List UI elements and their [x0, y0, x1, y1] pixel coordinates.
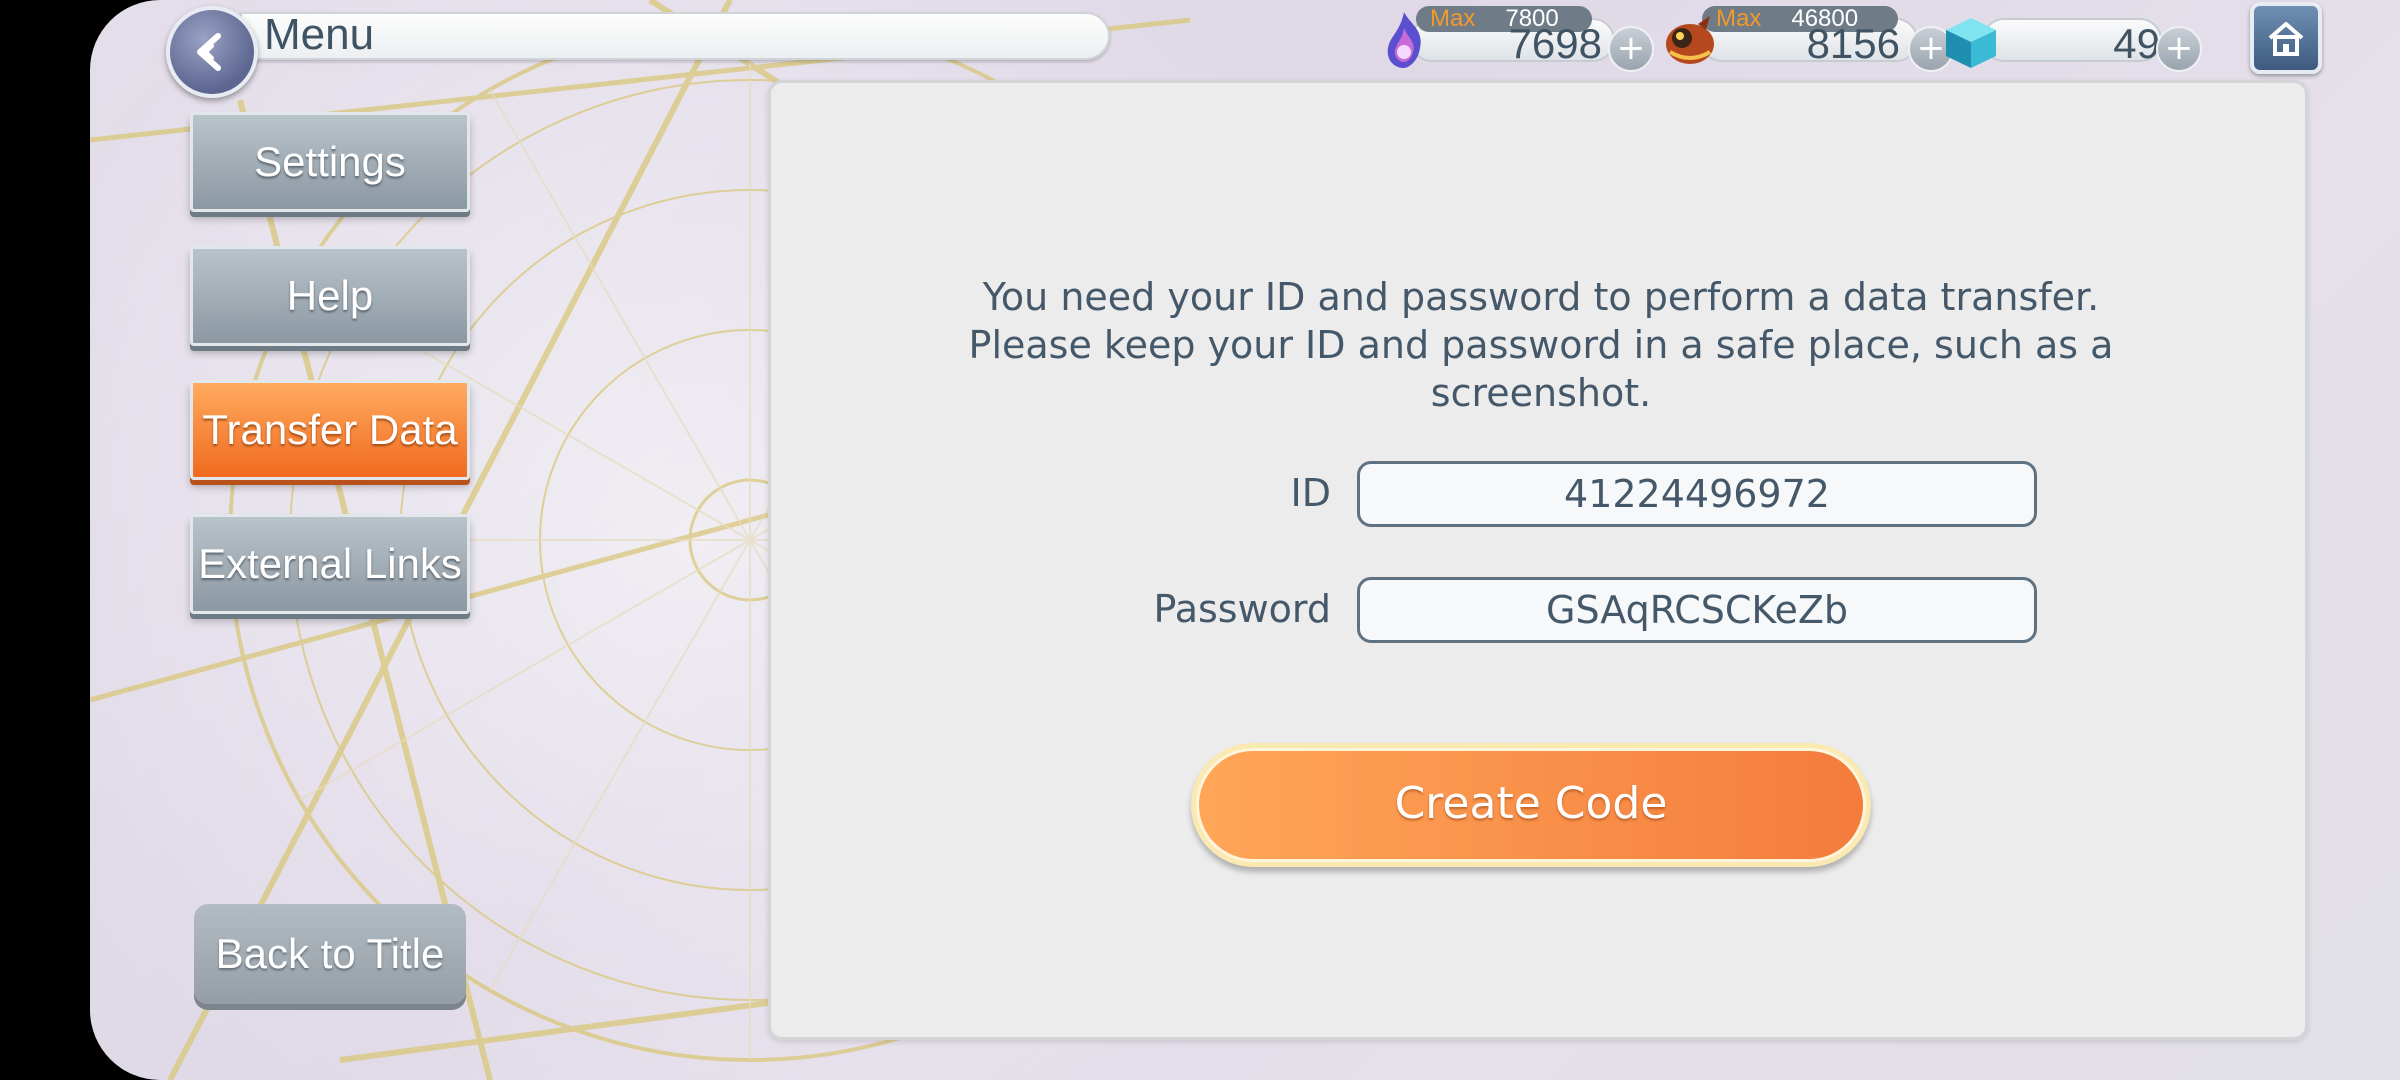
back-to-title-button[interactable]: Back to Title — [194, 904, 466, 1004]
transfer-data-panel: You need your ID and password to perform… — [768, 80, 2308, 1040]
id-label: ID — [1290, 471, 1331, 515]
instruction-line: You need your ID and password to perform… — [982, 275, 2100, 319]
back-arrow-icon — [197, 33, 221, 71]
instruction-line: screenshot. — [1430, 371, 1652, 415]
password-label: Password — [1153, 587, 1332, 631]
password-field[interactable]: GSAqRCSCKeZb — [1357, 577, 2037, 643]
add-stamina-button[interactable]: + — [1608, 26, 1654, 72]
sidebar-item-settings[interactable]: Settings — [190, 112, 470, 212]
add-crystal-button[interactable]: + — [2156, 26, 2202, 72]
stamina-counter: Max 7800 7698 + — [1380, 6, 1660, 72]
stamina-value: 7698 — [1508, 20, 1602, 67]
page-title: Menu — [264, 10, 375, 59]
home-icon — [2268, 22, 2304, 56]
home-button[interactable] — [2250, 2, 2322, 74]
gold-value: 8156 — [1806, 20, 1900, 67]
beast-gold-icon — [1666, 16, 1714, 64]
back-button[interactable] — [166, 6, 258, 98]
game-screen: You need your ID and password to perform… — [90, 0, 2400, 1080]
gold-counter: Max 46800 8156 + — [1660, 6, 1960, 72]
crystal-cube-icon — [1946, 18, 1996, 68]
id-field[interactable]: 41224496972 — [1357, 461, 2037, 527]
crystal-counter: 49 + — [1942, 8, 2222, 72]
create-code-label: Create Code — [1196, 748, 1866, 862]
transfer-instructions: You need your ID and password to perform… — [771, 273, 2311, 417]
flame-stamina-icon — [1387, 12, 1421, 68]
create-code-button[interactable]: Create Code — [1191, 743, 1871, 867]
sidebar-item-help[interactable]: Help — [190, 246, 470, 346]
crystal-value: 49 — [2113, 20, 2160, 67]
sidebar-item-external-links[interactable]: External Links — [190, 514, 470, 614]
instruction-line: Please keep your ID and password in a sa… — [968, 323, 2114, 367]
sidebar-item-transfer-data[interactable]: Transfer Data — [190, 380, 470, 480]
